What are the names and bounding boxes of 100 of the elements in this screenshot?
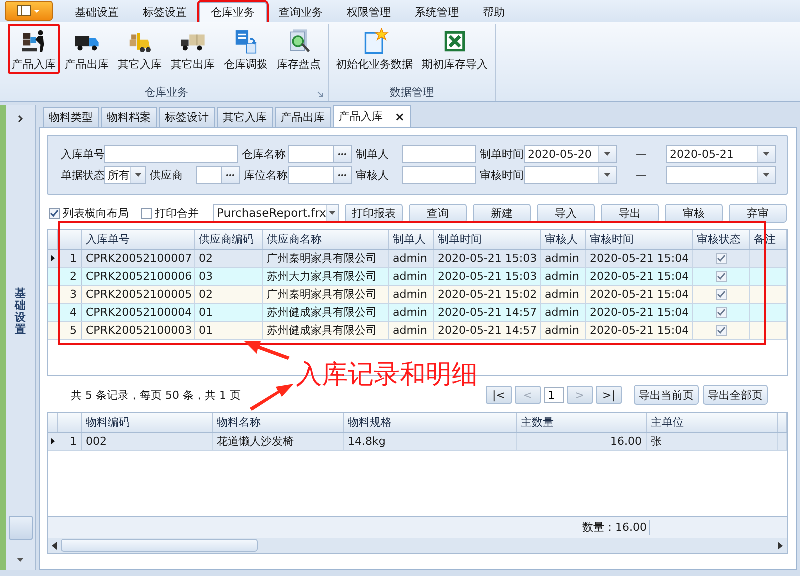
document-tab[interactable]: 产品入库 × bbox=[333, 105, 412, 127]
menu-tab[interactable]: 标签设置 bbox=[131, 2, 199, 22]
tab-label[interactable]: 产品出库 bbox=[281, 110, 325, 125]
column-header[interactable]: 备注 bbox=[750, 230, 787, 249]
ribbon-button[interactable]: 其它入库 bbox=[114, 24, 166, 74]
report-dropdown[interactable]: PurchaseReport.frx bbox=[213, 204, 339, 222]
browse-button[interactable] bbox=[222, 166, 240, 184]
column-header[interactable]: 审核时间 bbox=[586, 230, 693, 249]
input-field[interactable] bbox=[104, 145, 238, 163]
menu-tab[interactable]: 权限管理 bbox=[335, 2, 403, 22]
date-field[interactable]: 2020-05-21 bbox=[666, 145, 776, 163]
input-field[interactable] bbox=[402, 166, 476, 184]
checkbox[interactable] bbox=[716, 289, 726, 300]
column-header[interactable]: 制单时间 bbox=[434, 230, 541, 249]
column-header[interactable]: 入库单号 bbox=[82, 230, 195, 249]
dialog-launcher-icon[interactable] bbox=[316, 90, 323, 97]
dropdown-button[interactable] bbox=[757, 167, 775, 183]
column-header[interactable]: 审核状态 bbox=[693, 230, 750, 249]
input-field[interactable] bbox=[288, 166, 334, 184]
document-tab[interactable]: 标签设计 bbox=[159, 107, 215, 127]
menu-tab[interactable]: 仓库业务 bbox=[199, 2, 267, 22]
tab-label[interactable]: 标签设计 bbox=[165, 110, 209, 125]
menu-tab[interactable]: 帮助 bbox=[471, 2, 517, 22]
page-nav-button[interactable]: >| bbox=[596, 386, 622, 404]
checkbox[interactable] bbox=[141, 208, 152, 218]
document-tab[interactable]: 物料档案 bbox=[101, 107, 157, 127]
ribbon-button[interactable]: 期初库存导入 bbox=[418, 24, 492, 74]
scroll-left-icon[interactable] bbox=[52, 542, 57, 550]
ribbon-button[interactable]: 产品出库 bbox=[61, 24, 113, 74]
sidebar-title[interactable]: 基础设置 bbox=[15, 288, 26, 336]
toolbar-button[interactable]: 查询 bbox=[409, 204, 467, 222]
ribbon-button[interactable]: 其它出库 bbox=[167, 24, 219, 74]
dropdown-button[interactable] bbox=[326, 205, 338, 221]
document-tab[interactable]: 其它入库 bbox=[217, 107, 273, 127]
date-field[interactable] bbox=[524, 166, 617, 184]
export-button[interactable]: 导出当前页 bbox=[634, 385, 699, 405]
table-row[interactable]: 2 CPRK20052100006 03 苏州大力家具有限公司 admin 2020-05-21 15:03 admin 2020-05-21 15:04 bbox=[48, 268, 787, 286]
scroll-thumb[interactable] bbox=[8, 516, 32, 540]
checkbox[interactable] bbox=[49, 208, 60, 218]
document-tab[interactable]: 物料类型 bbox=[43, 107, 99, 127]
export-button[interactable]: 导出全部页 bbox=[703, 385, 768, 405]
ribbon-button[interactable]: 初始化业务数据 bbox=[332, 24, 417, 74]
page-number-field[interactable]: 1 bbox=[544, 387, 564, 403]
application-menu-button[interactable] bbox=[5, 1, 53, 21]
column-header[interactable]: 主单位 bbox=[647, 413, 778, 432]
scroll-right-icon[interactable] bbox=[778, 542, 783, 550]
expand-icon[interactable] bbox=[16, 115, 24, 123]
dropdown-button[interactable] bbox=[130, 167, 145, 183]
checkbox-option[interactable]: 打印合并 bbox=[141, 206, 199, 220]
ribbon-button[interactable]: 仓库调拨 bbox=[220, 24, 272, 74]
toolbar-button[interactable]: 打印报表 bbox=[345, 204, 403, 222]
input-field[interactable] bbox=[196, 166, 222, 184]
tab-label[interactable]: 物料类型 bbox=[49, 110, 93, 125]
column-header[interactable]: 物料名称 bbox=[213, 413, 344, 432]
dropdown-button[interactable] bbox=[598, 167, 616, 183]
table-row[interactable]: 5 CPRK20052100003 01 苏州健成家具有限公司 admin 2020-05-21 14:57 admin 2020-05-21 15:04 bbox=[48, 322, 787, 340]
input-field[interactable] bbox=[288, 145, 334, 163]
horizontal-scrollbar[interactable] bbox=[48, 538, 787, 553]
column-header[interactable]: 制单人 bbox=[389, 230, 434, 249]
table-row[interactable]: 3 CPRK20052100005 02 广州秦明家具有限公司 admin 2020-05-21 15:02 admin 2020-05-21 15:04 bbox=[48, 286, 787, 304]
checkbox-option[interactable]: 列表横向布局 bbox=[49, 206, 129, 220]
input-field[interactable] bbox=[402, 145, 476, 163]
column-header[interactable]: 审核人 bbox=[541, 230, 586, 249]
ribbon-button[interactable]: 库存盘点 bbox=[273, 24, 325, 74]
ribbon-button[interactable]: 产品入库 bbox=[8, 24, 60, 74]
toolbar-button[interactable]: 导入 bbox=[537, 204, 595, 222]
toolbar-button[interactable]: 新建 bbox=[473, 204, 531, 222]
checkbox[interactable] bbox=[716, 253, 726, 264]
checkbox[interactable] bbox=[716, 307, 726, 318]
document-tab[interactable]: 产品出库 bbox=[275, 107, 331, 127]
dropdown-button[interactable] bbox=[598, 146, 616, 162]
checkbox[interactable] bbox=[716, 325, 726, 336]
caret-icon[interactable] bbox=[17, 558, 24, 562]
date-field[interactable] bbox=[666, 166, 776, 184]
page-nav-button[interactable]: |< bbox=[486, 386, 512, 404]
table-row[interactable]: 1 002 花道懒人沙发椅 14.8kg 16.00 张 bbox=[48, 433, 787, 451]
dropdown-button[interactable] bbox=[757, 146, 775, 162]
tab-label[interactable]: 物料档案 bbox=[107, 110, 151, 125]
menu-tab[interactable]: 系统管理 bbox=[403, 2, 471, 22]
browse-button[interactable] bbox=[334, 145, 352, 163]
date-field[interactable]: 2020-05-20 bbox=[524, 145, 617, 163]
checkbox[interactable] bbox=[716, 271, 726, 282]
menu-tab[interactable]: 查询业务 bbox=[267, 2, 335, 22]
column-header[interactable]: 物料规格 bbox=[344, 413, 517, 432]
tab-label[interactable]: 其它入库 bbox=[223, 110, 267, 125]
tab-label[interactable]: 产品入库 bbox=[339, 109, 383, 124]
toolbar-button[interactable]: 弃审 bbox=[729, 204, 787, 222]
toolbar-button[interactable]: 审核 bbox=[665, 204, 723, 222]
table-row[interactable]: 4 CPRK20052100004 01 苏州健成家具有限公司 admin 2020-05-21 14:57 admin 2020-05-21 15:04 bbox=[48, 304, 787, 322]
column-header[interactable]: 供应商编码 bbox=[195, 230, 263, 249]
browse-button[interactable] bbox=[334, 166, 352, 184]
menu-tab[interactable]: 基础设置 bbox=[63, 2, 131, 22]
scroll-thumb[interactable] bbox=[61, 539, 258, 552]
column-header[interactable]: 主数量 bbox=[517, 413, 647, 432]
column-header[interactable]: 物料编码 bbox=[82, 413, 213, 432]
table-row[interactable]: 1 CPRK20052100007 02 广州秦明家具有限公司 admin 2020-05-21 15:03 admin 2020-05-21 15:04 bbox=[48, 250, 787, 268]
dropdown-field[interactable]: 所有 bbox=[104, 166, 146, 184]
toolbar-button[interactable]: 导出 bbox=[601, 204, 659, 222]
close-button[interactable]: × bbox=[395, 110, 406, 124]
column-header[interactable]: 供应商名称 bbox=[263, 230, 389, 249]
